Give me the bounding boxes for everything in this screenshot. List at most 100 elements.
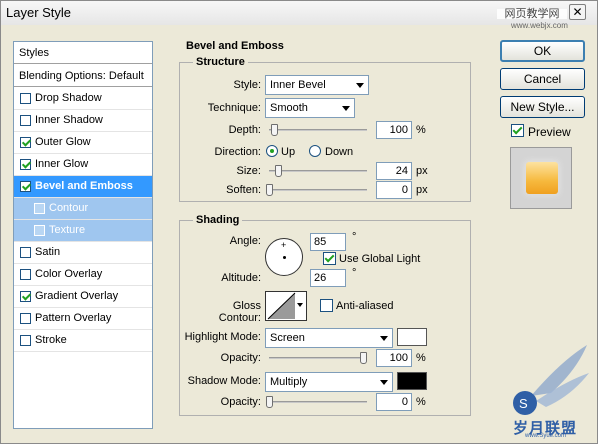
style-item-satin[interactable]: Satin — [14, 242, 152, 264]
highlight-mode-select[interactable]: Screen — [265, 328, 393, 348]
technique-select[interactable]: Smooth — [265, 98, 355, 118]
structure-title: Structure — [193, 56, 248, 68]
highlight-opacity-label: Opacity: — [220, 352, 261, 364]
styles-list: Styles Blending Options: Default Drop Sh… — [13, 41, 153, 429]
depth-unit: % — [416, 124, 426, 136]
use-global-light-checkbox[interactable] — [323, 252, 336, 265]
cancel-button[interactable]: Cancel — [500, 68, 585, 90]
close-button[interactable]: ✕ — [569, 4, 586, 20]
size-slider-track[interactable] — [269, 170, 367, 172]
highlight-opacity-input[interactable]: 100 — [376, 349, 412, 367]
style-item-label: Color Overlay — [35, 268, 103, 280]
close-icon: ✕ — [572, 5, 583, 19]
highlight-color-swatch[interactable] — [397, 328, 427, 346]
new-style-button[interactable]: New Style... — [500, 96, 585, 118]
altitude-input[interactable]: 26 — [310, 269, 346, 287]
anti-aliased-label: Anti-aliased — [336, 300, 394, 312]
shadow-mode-label: Shadow Mode: — [187, 375, 261, 387]
window-title: Layer Style — [6, 5, 72, 20]
style-checkbox[interactable] — [20, 247, 31, 258]
title-bar: Layer Style 网页教学网 www.webjx.com ✕ — [1, 1, 597, 30]
svg-text:S: S — [519, 396, 528, 411]
direction-up-radio[interactable] — [266, 145, 278, 157]
style-item-drop-shadow[interactable]: Drop Shadow — [14, 88, 152, 110]
shadow-color-swatch[interactable] — [397, 372, 427, 390]
blending-options-item[interactable]: Blending Options: Default — [14, 65, 152, 87]
contour-icon — [267, 292, 296, 320]
gloss-contour-picker[interactable] — [265, 291, 307, 321]
depth-slider-track[interactable] — [269, 129, 367, 131]
style-checkbox[interactable] — [20, 269, 31, 280]
altitude-unit: ° — [352, 267, 357, 279]
highlight-mode-label: Highlight Mode: — [184, 331, 261, 343]
direction-up-label: Up — [281, 146, 296, 158]
style-item-color-overlay[interactable]: Color Overlay — [14, 264, 152, 286]
depth-slider-thumb[interactable] — [271, 124, 278, 136]
size-slider-thumb[interactable] — [275, 165, 282, 177]
crosshair-icon: + — [281, 240, 287, 250]
style-item-label: Contour — [49, 202, 89, 214]
styles-header[interactable]: Styles — [14, 42, 152, 64]
soften-input[interactable]: 0 — [376, 181, 412, 199]
chevron-down-icon — [380, 336, 388, 341]
style-item-gradient-overlay[interactable]: Gradient Overlay — [14, 286, 152, 308]
anti-aliased-checkbox[interactable] — [320, 299, 333, 312]
preview-checkbox[interactable] — [511, 124, 524, 137]
altitude-label: Altitude: — [221, 272, 261, 284]
preview-label: Preview — [528, 125, 571, 139]
style-item-stroke[interactable]: Stroke — [14, 330, 152, 352]
angle-input[interactable]: 85 — [310, 233, 346, 251]
style-checkbox[interactable] — [20, 137, 31, 148]
style-checkbox[interactable] — [20, 159, 31, 170]
angle-dial[interactable]: + — [265, 238, 303, 276]
shadow-opacity-thumb[interactable] — [266, 396, 273, 408]
highlight-opacity-unit: % — [416, 352, 426, 364]
layer-style-dialog: Layer Style 网页教学网 www.webjx.com ✕ Styles… — [0, 0, 598, 444]
size-label: Size: — [236, 165, 261, 177]
highlight-opacity-track[interactable] — [269, 357, 367, 359]
style-label: Style: — [233, 79, 261, 91]
style-item-contour[interactable]: Contour — [14, 198, 152, 220]
style-item-outer-glow[interactable]: Outer Glow — [14, 132, 152, 154]
style-item-pattern-overlay[interactable]: Pattern Overlay — [14, 308, 152, 330]
style-checkbox[interactable] — [20, 115, 31, 126]
style-checkbox[interactable] — [20, 291, 31, 302]
watermark-logo: S 岁月联盟 www.Syue.com — [491, 341, 591, 439]
dial-center-dot — [283, 256, 286, 259]
chevron-down-icon — [297, 303, 303, 307]
style-item-bevel-and-emboss[interactable]: Bevel and Emboss — [14, 176, 152, 198]
direction-down-radio[interactable] — [309, 145, 321, 157]
depth-input[interactable]: 100 — [376, 121, 412, 139]
shadow-opacity-track[interactable] — [269, 401, 367, 403]
shadow-opacity-input[interactable]: 0 — [376, 393, 412, 411]
soften-label: Soften: — [226, 184, 261, 196]
chevron-down-icon — [356, 83, 364, 88]
style-checkbox[interactable] — [34, 225, 45, 236]
ok-button[interactable]: OK — [500, 40, 585, 62]
gloss-contour-label: Gloss Contour: — [218, 300, 261, 324]
style-checkbox[interactable] — [20, 93, 31, 104]
style-item-texture[interactable]: Texture — [14, 220, 152, 242]
chevron-down-icon — [342, 106, 350, 111]
soften-slider-track[interactable] — [269, 189, 367, 191]
soften-slider-thumb[interactable] — [266, 184, 273, 196]
bevel-section-title: Bevel and Emboss — [183, 40, 287, 52]
style-checkbox[interactable] — [20, 181, 31, 192]
shadow-opacity-label: Opacity: — [220, 396, 261, 408]
style-checkbox[interactable] — [20, 313, 31, 324]
chevron-down-icon — [380, 380, 388, 385]
angle-label: Angle: — [229, 235, 261, 247]
style-item-inner-glow[interactable]: Inner Glow — [14, 154, 152, 176]
style-checkbox[interactable] — [34, 203, 45, 214]
style-checkbox[interactable] — [20, 335, 31, 346]
style-item-inner-shadow[interactable]: Inner Shadow — [14, 110, 152, 132]
style-item-label: Satin — [35, 246, 61, 258]
style-item-label: Stroke — [35, 334, 67, 346]
style-select[interactable]: Inner Bevel — [265, 75, 369, 95]
style-item-label: Pattern Overlay — [35, 312, 112, 324]
highlight-opacity-thumb[interactable] — [360, 352, 367, 364]
size-input[interactable]: 24 — [376, 162, 412, 180]
style-item-label: Outer Glow — [35, 136, 91, 148]
shadow-mode-select[interactable]: Multiply — [265, 372, 393, 392]
style-preview-box — [510, 147, 572, 209]
